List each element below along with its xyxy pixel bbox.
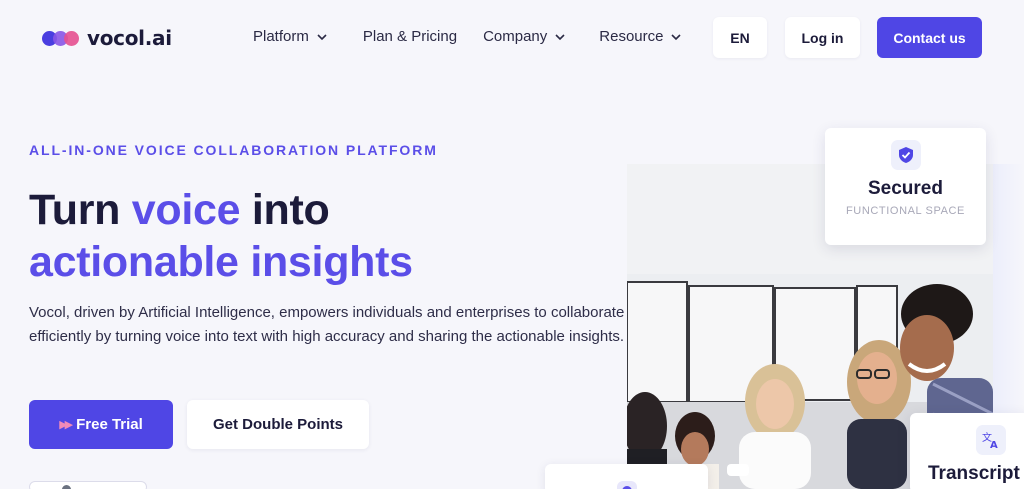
free-trial-button[interactable]: ▶▶ Free Trial: [29, 400, 173, 449]
nav-item-label: Resource: [599, 28, 664, 45]
nav-item-resource[interactable]: Resource: [599, 28, 682, 45]
hero-headline: Turn voice into actionable insights: [29, 184, 413, 288]
button-label: Free Trial: [76, 416, 143, 433]
secured-card: Secured FUNCTIONAL SPACE: [825, 128, 986, 245]
nav-item-platform[interactable]: Platform: [253, 28, 327, 45]
partial-card: [29, 481, 147, 489]
main-nav: Platform Plan & Pricing Company Resource: [253, 28, 682, 45]
svg-text:A: A: [990, 440, 998, 450]
brand-logo[interactable]: vocol.ai: [42, 26, 172, 50]
headline-text: Turn: [29, 186, 132, 234]
brand-name: vocol.ai: [87, 26, 172, 50]
nav-item-label: Plan & Pricing: [362, 28, 458, 45]
avatar-icon: [62, 485, 71, 489]
headline-accent: actionable insights: [29, 238, 413, 286]
chevron-down-icon: [555, 32, 565, 42]
double-chevron-icon: ▶▶: [59, 419, 73, 431]
contact-button[interactable]: Contact us: [877, 17, 982, 58]
card-subtitle: FUNCTIONAL SPACE: [845, 205, 965, 217]
shield-check-icon: [891, 140, 921, 170]
headline-accent: voice: [131, 186, 241, 234]
card-title: Secured: [868, 178, 943, 199]
logo-icon: [42, 29, 80, 47]
chevron-down-icon: [317, 32, 327, 42]
chevron-down-icon: [671, 32, 682, 42]
feature-icon: [617, 481, 637, 489]
hero-eyebrow: ALL-IN-ONE VOICE COLLABORATION PLATFORM: [29, 142, 438, 158]
transcript-card: 文 A Transcript: [910, 413, 1024, 489]
site-header: vocol.ai Platform Plan & Pricing Company…: [0, 0, 1024, 76]
partial-card: [545, 464, 708, 489]
login-button[interactable]: Log in: [785, 17, 860, 58]
nav-item-label: Platform: [253, 28, 309, 45]
nav-item-pricing[interactable]: Plan & Pricing: [363, 28, 457, 45]
double-points-button[interactable]: Get Double Points: [187, 400, 369, 449]
headline-text: into: [240, 186, 330, 234]
translate-icon: 文 A: [976, 425, 1006, 455]
nav-item-company[interactable]: Company: [483, 28, 565, 45]
card-title: Transcript: [928, 463, 1020, 484]
hero-description: Vocol, driven by Artificial Intelligence…: [29, 304, 625, 345]
nav-item-label: Company: [483, 28, 548, 45]
language-button[interactable]: EN: [713, 17, 767, 58]
